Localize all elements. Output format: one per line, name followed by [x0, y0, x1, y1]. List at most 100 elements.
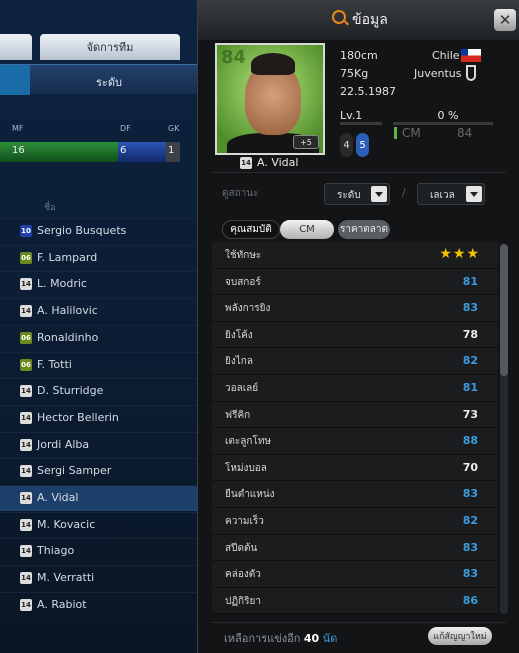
player-name: F. Lampard: [37, 250, 98, 264]
tab-market-price[interactable]: ราคาตลาด: [338, 220, 390, 239]
scrollbar-thumb[interactable]: [500, 244, 508, 376]
season-badge: 06: [20, 251, 32, 264]
level-dropdown[interactable]: เลเวล: [417, 183, 485, 205]
stat-row: โหม่งบอล 70: [212, 454, 498, 482]
season-badge: 14: [20, 278, 32, 291]
season-badge: 14: [20, 572, 32, 585]
stat-name: จบสกอร์: [225, 276, 261, 288]
renew-contract-button[interactable]: แก้สัญญาใหม่: [428, 627, 492, 645]
name-column-header: ชื่อ: [44, 203, 56, 213]
stat-row-skill: ใช้ทักษะ ★★★: [212, 242, 498, 269]
level-left: 4: [340, 133, 353, 157]
position-bar: MF DF GK 16 6 1: [0, 124, 200, 164]
season-badge: 14: [240, 156, 252, 169]
stat-row: ปฏิกิริยา 86: [212, 587, 498, 615]
player-name: F. Totti: [37, 357, 72, 371]
close-button[interactable]: ✕: [494, 9, 516, 31]
stat-name: ปฏิกิริยา: [225, 595, 261, 607]
season-badge: 14: [20, 465, 32, 478]
stat-value: 83: [462, 540, 478, 554]
player-row[interactable]: 06 F. Totti: [0, 351, 200, 378]
player-height: 180cm: [340, 49, 378, 62]
player-row[interactable]: 14 M. Verratti: [0, 565, 200, 591]
player-row[interactable]: 14 A. Rabiot: [0, 591, 200, 618]
player-row[interactable]: 14 Sergi Samper: [0, 458, 200, 484]
season-badge: 14: [20, 411, 32, 424]
tab-attributes[interactable]: คุณสมบัติ: [222, 220, 280, 239]
player-row[interactable]: 06 Ronaldinho: [0, 324, 200, 351]
player-row[interactable]: 14 Hector Bellerin: [0, 404, 200, 431]
subtab-level[interactable]: ระดับ: [96, 73, 122, 91]
player-name: M. Verratti: [37, 571, 95, 585]
player-row[interactable]: 14 M. Kovacic: [0, 511, 200, 538]
pos-label-df: DF: [120, 124, 131, 133]
player-name: L. Modric: [37, 277, 87, 291]
player-row[interactable]: 14 D. Sturridge: [0, 378, 200, 404]
count-df: 6: [120, 145, 127, 156]
stat-row: ยิงไกล 82: [212, 348, 498, 375]
player-club: Juventus: [414, 67, 462, 80]
player-row[interactable]: 14 Thiago: [0, 538, 200, 564]
stat-name: ความเร็ว: [225, 516, 264, 527]
chile-flag-icon: [461, 49, 481, 62]
stat-value: 82: [462, 514, 478, 527]
player-name: A. Rabiot: [37, 597, 87, 611]
stat-name: ใช้ทักษะ: [225, 250, 262, 261]
player-name: Ronaldinho: [37, 330, 99, 344]
stat-row: ความเร็ว 82: [212, 508, 498, 535]
player-info-modal: ข้อมูล ✕ 84 +5 14 A. Vidal 180cm 75Kg 22…: [197, 0, 519, 653]
season-badge: 14: [20, 492, 32, 504]
season-badge: 14: [20, 598, 32, 611]
player-row[interactable]: 14 Jordi Alba: [0, 431, 200, 458]
level-dropdown-value: เลเวล: [430, 190, 455, 201]
chevron-down-icon: [466, 186, 482, 202]
stat-value: 73: [462, 407, 478, 421]
player-name: Sergio Busquets: [37, 224, 127, 237]
contract-count: 40: [303, 632, 320, 645]
player-row[interactable]: 14 L. Modric: [0, 271, 200, 297]
position-marker: [394, 127, 397, 139]
card-ovr: 84: [221, 47, 247, 68]
stat-row: คล่องตัว 83: [212, 561, 498, 588]
chevron-down-icon: [371, 186, 387, 202]
plus-badge: +5: [293, 135, 319, 149]
player-row[interactable]: 14 A. Vidal: [0, 485, 200, 511]
player-name: M. Kovacic: [37, 517, 96, 531]
stat-name: สปีดต้น: [225, 542, 258, 554]
tab-team-management[interactable]: จัดการทีม: [40, 34, 180, 60]
contract-unit: นัด: [322, 632, 338, 645]
player-weight: 75Kg: [340, 67, 369, 80]
filter-label: ดูสถานะ: [222, 188, 259, 199]
player-row[interactable]: 06 F. Lampard: [0, 244, 200, 271]
stat-value: 83: [462, 487, 478, 501]
stat-row: วอลเลย์ 81: [212, 375, 498, 402]
player-card: 84 +5: [215, 43, 325, 155]
count-mf: 16: [12, 145, 25, 156]
player-name: A. Vidal: [37, 491, 79, 504]
level-right: 5: [356, 133, 369, 157]
pos-label-gk: GK: [168, 124, 180, 133]
player-birthdate: 22.5.1987: [340, 85, 396, 98]
stat-row: ยืนตำแหน่ง 83: [212, 481, 498, 508]
level-label: Lv.1: [340, 109, 363, 122]
player-row[interactable]: 10 Sergio Busquets: [0, 218, 200, 244]
stat-value: 83: [462, 301, 478, 315]
search-icon: [332, 10, 346, 24]
rank-dropdown[interactable]: ระดับ: [324, 183, 390, 205]
stat-name: ยิงไกล: [225, 356, 253, 368]
player-row[interactable]: 14 A. Halilovic: [0, 298, 200, 324]
rank-dropdown-value: ระดับ: [337, 190, 361, 201]
stat-value: 78: [462, 327, 478, 341]
subtab-selected[interactable]: [0, 65, 30, 95]
stat-value: 81: [462, 381, 478, 394]
tab-position[interactable]: CM: [280, 220, 334, 239]
stat-name: เตะลูกโทษ: [225, 436, 272, 448]
season-badge: 06: [20, 358, 32, 371]
player-name: Sergi Samper: [37, 464, 112, 478]
tab-left-partial[interactable]: [0, 34, 32, 60]
player-name: A. Vidal: [257, 156, 299, 169]
scrollbar[interactable]: [500, 244, 508, 614]
season-badge: 06: [20, 331, 32, 344]
player-name: Hector Bellerin: [37, 410, 119, 424]
level-indicator: 4 5: [340, 128, 372, 160]
